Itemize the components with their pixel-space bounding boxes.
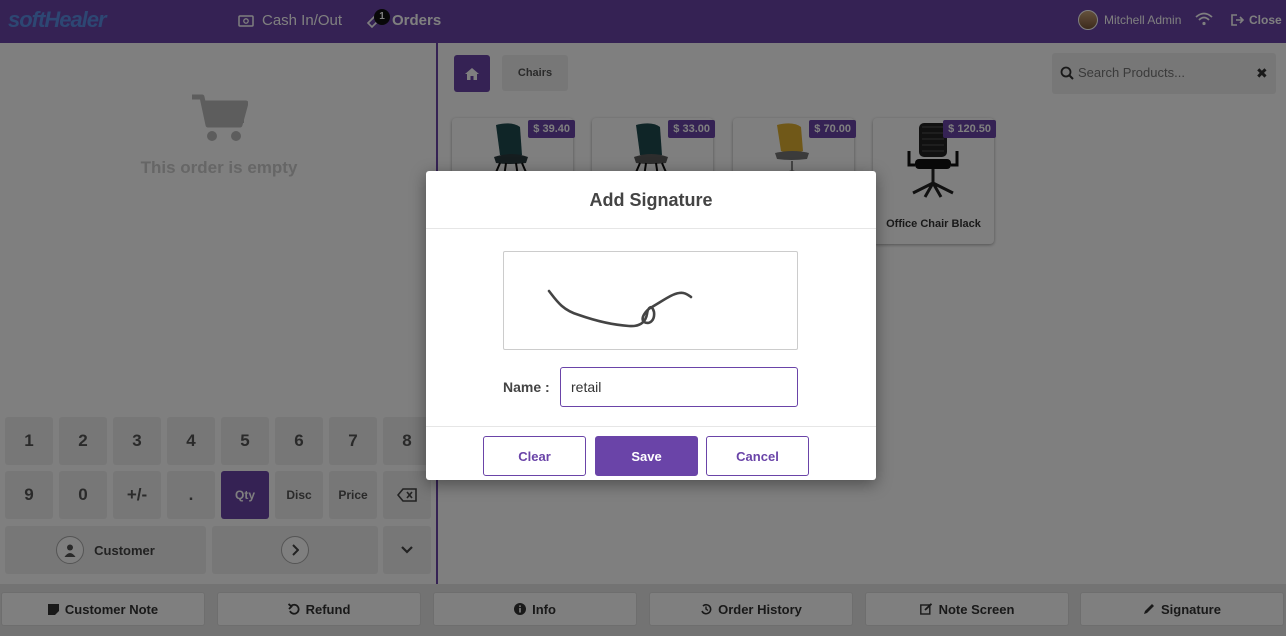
- dialog-title: Add Signature: [426, 171, 876, 229]
- add-signature-dialog: Add Signature Name : Clear Save Cancel: [426, 171, 876, 480]
- clear-button[interactable]: Clear: [483, 436, 586, 476]
- save-button[interactable]: Save: [595, 436, 698, 476]
- cancel-button[interactable]: Cancel: [706, 436, 809, 476]
- dialog-divider: [426, 426, 876, 427]
- signature-pad[interactable]: [503, 251, 798, 350]
- signature-drawing: [547, 289, 693, 328]
- name-label: Name :: [503, 379, 550, 395]
- signature-name-field[interactable]: [560, 367, 798, 407]
